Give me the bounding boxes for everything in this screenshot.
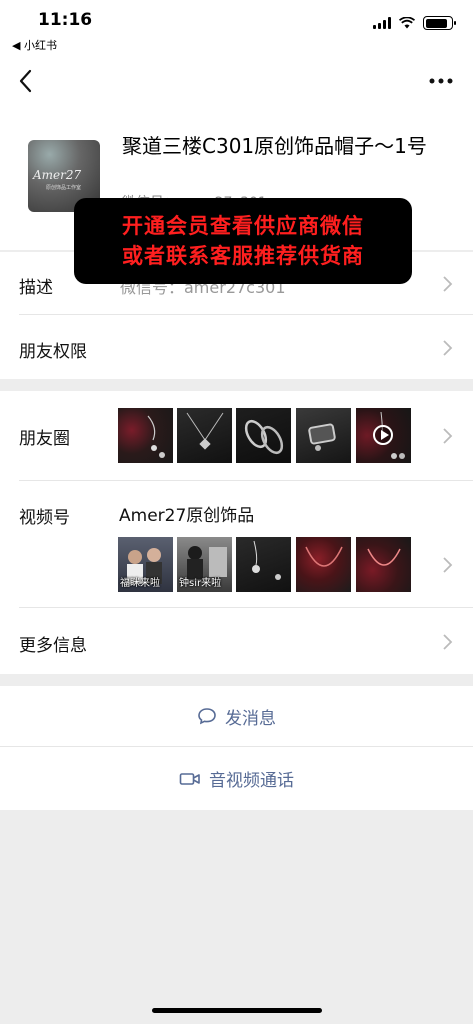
message-bubble-icon — [198, 708, 216, 725]
friend-permission-row[interactable]: 朋友权限 — [0, 315, 473, 379]
signal-icon — [373, 17, 391, 29]
back-arrow-icon[interactable] — [14, 66, 42, 96]
send-message-label: 发消息 — [225, 708, 276, 729]
avatar-logo-subtext: 原创饰品工作室 — [46, 185, 82, 191]
send-message-button[interactable]: 发消息 — [0, 686, 473, 746]
nav-bar — [0, 56, 473, 108]
channels-name: Amer27原创饰品 — [119, 506, 255, 526]
more-icon[interactable] — [427, 70, 455, 92]
chevron-right-icon — [443, 428, 453, 444]
promo-banner-line2: 或者联系客服推荐供货商 — [122, 244, 364, 268]
channels-thumbnail[interactable]: 钟sir来啦 — [177, 537, 232, 592]
more-info-label: 更多信息 — [19, 636, 87, 656]
friend-permission-label: 朋友权限 — [19, 342, 87, 362]
description-label: 描述 — [19, 278, 53, 298]
home-indicator[interactable] — [152, 1008, 322, 1013]
channels-thumbnail[interactable] — [356, 537, 411, 592]
promo-banner[interactable]: 开通会员查看供应商微信 或者联系客服推荐供货商 — [74, 198, 412, 284]
video-call-label: 音视频通话 — [209, 771, 294, 791]
chevron-right-icon — [443, 276, 453, 292]
channels-thumbnail[interactable]: 福眯来啦 — [118, 537, 173, 592]
channels-thumbnail-caption: 福眯来啦 — [120, 578, 160, 589]
chevron-right-icon — [443, 557, 453, 573]
moments-label: 朋友圈 — [19, 429, 70, 449]
play-icon — [373, 425, 393, 445]
wifi-icon — [399, 17, 415, 29]
channels-thumbnail-caption: 钟sir来啦 — [179, 578, 222, 589]
moments-thumbnail[interactable] — [118, 408, 173, 463]
back-to-app-link[interactable]: ◀ 小红书 — [12, 37, 57, 53]
profile-name: 聚道三楼C301原创饰品帽子～1号 — [122, 134, 427, 158]
status-icons — [373, 16, 456, 30]
status-time: 11:16 — [38, 10, 93, 30]
status-bar: 11:16 ◀ 小红书 — [0, 0, 473, 56]
moments-row[interactable]: 朋友圈 — [0, 391, 473, 481]
chevron-right-icon — [443, 634, 453, 650]
moments-thumbnail[interactable] — [236, 408, 291, 463]
video-call-button[interactable]: 音视频通话 — [0, 747, 473, 810]
avatar-logo-text: Amer27 — [33, 168, 82, 182]
moments-thumbnail[interactable] — [356, 408, 411, 463]
channels-label: 视频号 — [19, 508, 70, 528]
channels-thumbnail[interactable] — [296, 537, 351, 592]
moments-thumbnail[interactable] — [296, 408, 351, 463]
chevron-right-icon — [443, 340, 453, 356]
more-info-row[interactable]: 更多信息 — [0, 608, 473, 674]
moments-thumbnail[interactable] — [177, 408, 232, 463]
battery-icon — [423, 16, 456, 30]
promo-banner-line1: 开通会员查看供应商微信 — [122, 214, 364, 238]
video-camera-icon — [179, 772, 200, 785]
channels-thumbnail[interactable] — [236, 537, 291, 592]
channels-row[interactable]: 视频号 Amer27原创饰品 福眯来啦 钟sir来啦 — [0, 481, 473, 608]
